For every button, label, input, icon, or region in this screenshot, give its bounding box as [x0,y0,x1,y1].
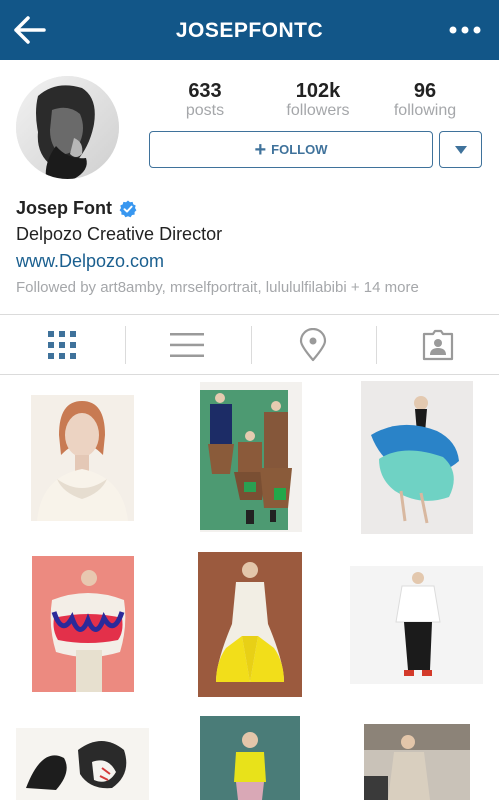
followers-count: 102k [295,80,341,102]
tulle-dress-photo [361,381,473,534]
photo-tile-2[interactable] [200,382,302,532]
yellow-top-photo [200,716,300,800]
followers-stat[interactable]: 102k followers [268,80,368,120]
tagged-person-icon [422,329,454,360]
illustration-photo [16,728,149,800]
tab-tagged-view[interactable] [376,315,499,374]
suggested-dropdown-button[interactable] [439,131,482,168]
verified-badge-icon [119,200,137,217]
posts-label: posts [185,102,225,119]
street-style-photo [364,724,470,800]
fashion-group-photo [200,382,302,532]
website-link[interactable]: www.Delpozo.com [16,251,164,272]
profile-bio: Delpozo Creative Director [16,224,223,244]
posts-count: 633 [188,80,222,102]
followed-by-text[interactable]: Followed by art8amby, mrselfportrait, lu… [16,279,419,296]
grid-icon [48,330,76,359]
top-navigation-bar: JOSEPFONTC [0,0,499,60]
more-options-icon[interactable] [445,18,485,42]
location-pin-icon [299,327,327,361]
tab-grid-view[interactable] [0,315,124,374]
tab-map-view[interactable] [251,315,375,374]
photo-tile-9[interactable] [364,724,470,800]
list-icon [170,332,204,357]
yellow-dress-photo [198,552,302,697]
photo-tile-5[interactable] [198,552,302,697]
ruffle-top-photo [32,556,134,692]
triangle-down-icon [454,145,467,154]
photo-tile-6[interactable] [350,566,483,684]
white-top-photo [350,566,483,684]
profile-username-title: JOSEPFONTC [175,19,324,42]
avatar[interactable] [16,76,119,179]
follow-button[interactable]: + FOLLOW [149,131,433,168]
plus-icon: + [254,138,267,161]
photo-tile-4[interactable] [32,556,134,692]
following-count: 96 [413,80,437,102]
followers-label: followers [286,102,350,119]
profile-view-tabs [0,314,499,375]
follow-label: FOLLOW [271,142,328,157]
photo-tile-7[interactable] [16,728,149,800]
photo-tile-1[interactable] [31,395,134,521]
photo-tile-3[interactable] [361,381,473,534]
following-label: following [393,102,457,119]
photo-tile-8[interactable] [200,716,300,800]
profile-name-row: Josep Font [16,198,137,219]
following-stat[interactable]: 96 following [375,80,475,120]
profile-name: Josep Font [16,198,113,218]
portrait-photo [31,395,134,521]
tab-list-view[interactable] [125,315,249,374]
profile-stats: 633 posts 102k followers 96 following [150,80,482,126]
posts-stat[interactable]: 633 posts [155,80,255,120]
